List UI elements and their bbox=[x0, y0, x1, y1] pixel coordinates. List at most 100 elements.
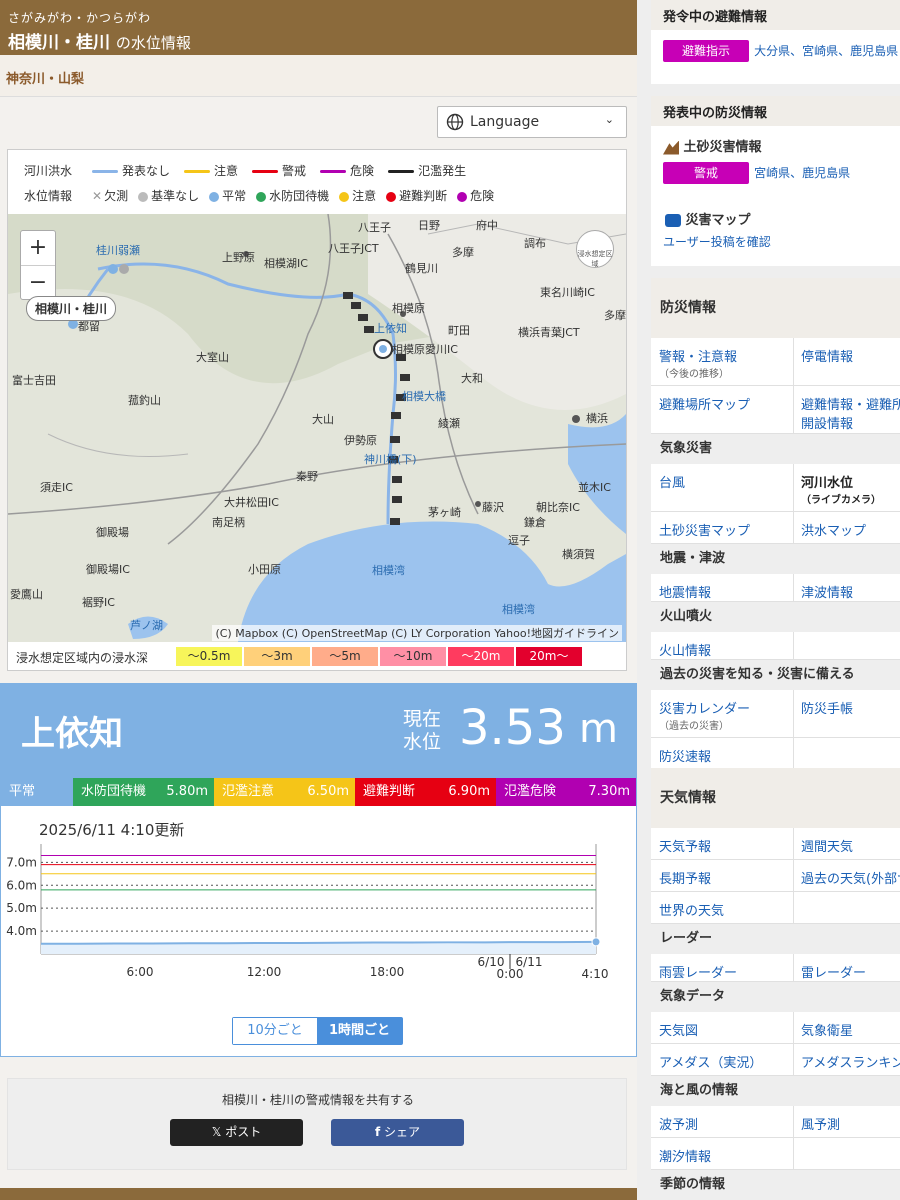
sidebar-link-left[interactable]: 雨雲レーダー bbox=[659, 962, 737, 981]
sidebar-link-sub: （過去の災害） bbox=[659, 721, 729, 732]
sidebar-link-label: 警報・注意報 bbox=[659, 350, 738, 365]
river-map[interactable]: + − 相模川・桂川 浸水想定区域 桂川弱瀬 都留 上野原 八王子JCT 八王子 日野 府中… bbox=[8, 214, 626, 642]
sidebar-link-label: 雨雲レーダー bbox=[659, 966, 738, 981]
legend-line-swatch bbox=[184, 170, 211, 173]
sidebar-link-right[interactable]: 気象衛星 bbox=[801, 1020, 853, 1039]
divider bbox=[793, 828, 794, 860]
sidebar-section-title: 地震・津波 bbox=[651, 544, 900, 574]
sidebar-link-left[interactable]: 防災速報 bbox=[659, 746, 711, 765]
facebook-share-button[interactable]: f シェア bbox=[331, 1119, 464, 1146]
sidebar-link-left[interactable]: アメダス（実況） bbox=[659, 1052, 762, 1071]
sidebar-section-title: 海と風の情報 bbox=[651, 1076, 900, 1106]
level-value: 5.80m bbox=[166, 784, 208, 799]
evacuation-areas-link[interactable]: 大分県、宮崎県、鹿児島県 bbox=[754, 44, 898, 58]
map-place-label: 横浜 bbox=[586, 412, 608, 425]
sidebar-link-label: 洪水マップ bbox=[801, 524, 867, 539]
sidebar-link-label: 避難場所マップ bbox=[659, 398, 751, 413]
sidebar-link-right[interactable]: 防災手帳 bbox=[801, 698, 853, 717]
level-name: 氾濫注意 bbox=[222, 784, 275, 799]
current-label-2: 水位 bbox=[403, 731, 442, 753]
region-label[interactable]: 神奈川・山梨 bbox=[6, 68, 84, 87]
interval-1hour-button[interactable]: 1時間ごと bbox=[317, 1018, 402, 1044]
sidebar-link-left[interactable]: 火山情報 bbox=[659, 640, 711, 659]
sidebar-link-right[interactable]: 避難情報・避難所 開設情報 bbox=[801, 394, 900, 432]
interval-10min-button[interactable]: 10分ごと bbox=[233, 1018, 317, 1044]
sidebar-link-left[interactable]: 長期予報 bbox=[659, 868, 711, 887]
sidebar-link-left[interactable]: 警報・注意報 （今後の推移） bbox=[659, 346, 737, 380]
map-place-label: 相模湖IC bbox=[264, 257, 308, 270]
map-place-label: 横浜青葉JCT bbox=[518, 326, 580, 339]
depth-cell: 20m〜 bbox=[516, 647, 582, 666]
landslide-areas-link[interactable]: 宮崎県、鹿児島県 bbox=[754, 166, 850, 180]
y-tick-label: 5.0m bbox=[6, 901, 37, 915]
level-name: 氾濫危険 bbox=[504, 784, 557, 799]
sidebar-link-right[interactable]: 停電情報 bbox=[801, 346, 853, 365]
x-logo-icon: 𝕏 bbox=[211, 1125, 222, 1139]
map-place-label: 富士吉田 bbox=[12, 374, 56, 387]
legend-line-swatch bbox=[252, 170, 279, 173]
legend-dot bbox=[209, 191, 220, 202]
level-threshold: 氾濫危険 7.30m bbox=[496, 778, 636, 806]
level-thresholds: 平常 水防団待機 5.80m 氾濫注意 6.50m 避難判断 6.90m 氾濫危険 7.30m bbox=[1, 778, 636, 806]
sidebar-link-label: 河川水位 bbox=[801, 476, 854, 491]
divider bbox=[793, 738, 794, 770]
river-legend-title: 河川洪水 bbox=[24, 164, 73, 178]
map-place-label: 相模原愛川IC bbox=[392, 343, 458, 356]
x-post-button[interactable]: 𝕏 ポスト bbox=[170, 1119, 303, 1146]
sidebar-link-left[interactable]: 避難場所マップ bbox=[659, 394, 750, 413]
sidebar-link-left[interactable]: 災害カレンダー （過去の災害） bbox=[659, 698, 750, 732]
sidebar-link-right[interactable]: 洪水マップ bbox=[801, 520, 866, 539]
map-place-label: 御殿場IC bbox=[86, 563, 130, 576]
facebook-share-label: シェア bbox=[384, 1125, 421, 1139]
level-legend: 水位情報 ✕ 欠測 基準なし 平常 水防団待機 注意 避難判断 危険 bbox=[24, 187, 498, 204]
map-place-label: 相模原 bbox=[392, 302, 425, 315]
sidebar-link-label: 世界の天気 bbox=[659, 904, 725, 919]
sidebar-link-left[interactable]: 地震情報 bbox=[659, 582, 711, 601]
legend-dot bbox=[256, 191, 267, 202]
language-select[interactable]: Language ⌄ bbox=[437, 106, 627, 138]
level-name: 平常 bbox=[9, 784, 36, 799]
sidebar-link-right[interactable]: 過去の天気(外部サイト) bbox=[801, 868, 900, 887]
sidebar-link-right[interactable]: 雷レーダー bbox=[801, 962, 866, 981]
sidebar-link-right[interactable]: アメダスランキング bbox=[801, 1052, 900, 1071]
river-name-label[interactable]: 相模川・桂川 bbox=[26, 296, 117, 321]
sidebar-link-left[interactable]: 台風 bbox=[659, 472, 685, 491]
current-level-value: 3.53 bbox=[459, 700, 566, 756]
map-place-label: 上依知 bbox=[374, 322, 407, 335]
x-tick-label: 4:10 bbox=[582, 967, 609, 981]
flood-area-toggle[interactable]: 浸水想定区域 bbox=[576, 230, 614, 268]
sidebar-link-left[interactable]: 天気予報 bbox=[659, 836, 711, 855]
sidebar-link-label: 停電情報 bbox=[801, 350, 854, 365]
sidebar-link-label: 雷レーダー bbox=[801, 966, 867, 981]
landslide-title: 土砂災害情報 bbox=[683, 140, 762, 155]
sidebar-section-title: 季節の情報 bbox=[651, 1170, 900, 1200]
level-legend-item: 欠測 bbox=[104, 189, 129, 203]
sidebar-link-left[interactable]: 土砂災害マップ bbox=[659, 520, 750, 539]
sidebar-link-sub: （ライブカメラ） bbox=[801, 495, 881, 506]
current-label-1: 現在 bbox=[403, 708, 442, 730]
map-place-label: 都留 bbox=[78, 320, 100, 333]
sidebar-link-left[interactable]: 世界の天気 bbox=[659, 900, 724, 919]
sidebar-section-title: 気象災害 bbox=[651, 434, 900, 464]
sidebar-link-row: 長期予報 過去の天気(外部サイト) bbox=[651, 860, 900, 892]
map-place-label: 神川橋(下) bbox=[364, 453, 417, 466]
sidebar-link-left[interactable]: 潮汐情報 bbox=[659, 1146, 711, 1165]
sidebar-link-label: 潮汐情報 bbox=[659, 1150, 712, 1165]
divider bbox=[793, 860, 794, 892]
sidebar-link-left[interactable]: 波予測 bbox=[659, 1114, 698, 1133]
user-post-link[interactable]: ユーザー投稿を確認 bbox=[663, 233, 771, 250]
sidebar-link-right[interactable]: 週間天気 bbox=[801, 836, 853, 855]
level-name: 水防団待機 bbox=[81, 784, 147, 799]
sidebar-link-left[interactable]: 天気図 bbox=[659, 1020, 698, 1039]
y-tick-label: 6.0m bbox=[6, 878, 37, 892]
sidebar-link-right[interactable]: 河川水位 （ライブカメラ） bbox=[801, 472, 881, 506]
sidebar-link-right[interactable]: 風予測 bbox=[801, 1114, 840, 1133]
sidebar-link-right[interactable]: 津波情報 bbox=[801, 582, 853, 601]
zoom-in-button[interactable]: + bbox=[21, 231, 55, 266]
map-place-label: 相模湾 bbox=[502, 603, 535, 616]
level-legend-item: 平常 bbox=[222, 189, 247, 203]
speech-bubble-icon bbox=[665, 214, 681, 227]
divider bbox=[793, 954, 794, 982]
station-panel: 上依知 現在 水位 3.53 m 平常 水防団待機 5.80m 氾濫注意 6.50m 避難判… bbox=[0, 683, 637, 1057]
map-place-label: 秦野 bbox=[296, 470, 318, 483]
